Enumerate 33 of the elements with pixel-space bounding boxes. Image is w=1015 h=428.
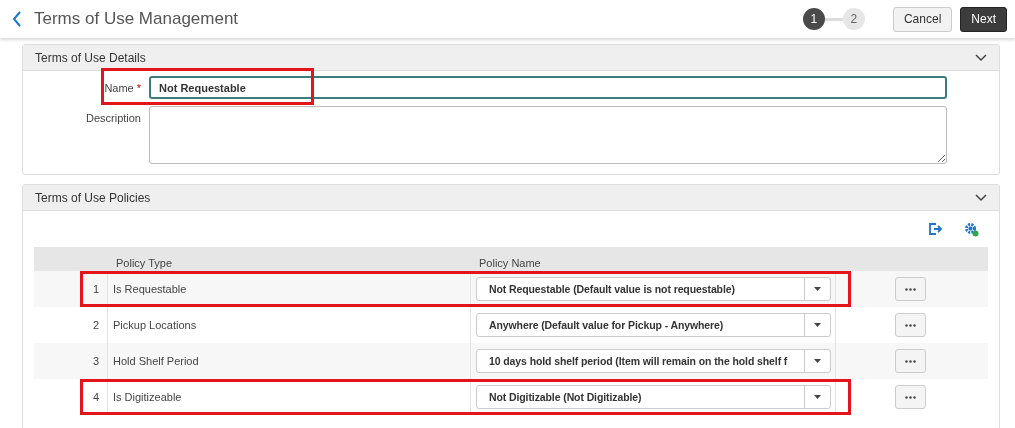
required-mark: * — [136, 82, 141, 94]
caret-icon — [814, 323, 821, 327]
ellipsis-icon — [905, 395, 916, 399]
back-icon[interactable] — [12, 11, 22, 27]
caret-icon — [814, 359, 821, 363]
column-header: Policy Name — [471, 247, 836, 271]
caret-icon — [814, 395, 821, 399]
ellipsis-icon — [905, 323, 916, 327]
policy-select[interactable]: 10 days hold shelf period (Item will remain on the hold shelf f — [476, 349, 831, 373]
step-indicator: 1 — [802, 8, 825, 30]
row-number: 3 — [34, 343, 108, 379]
step-indicator: 2 — [842, 8, 865, 30]
name-field[interactable]: Not Requestable — [149, 76, 947, 99]
column-header: Policy Type — [108, 247, 471, 271]
ellipsis-icon — [905, 359, 916, 363]
section-title: Terms of Use Policies — [35, 190, 152, 205]
chevron-down-icon[interactable] — [975, 193, 987, 202]
policy-select[interactable]: Anywhere (Default value for Pickup - Anywhere) — [476, 313, 831, 337]
settings-icon[interactable] — [964, 221, 979, 237]
next-button[interactable]: Next — [960, 6, 1007, 32]
name-label: Name — [104, 82, 134, 94]
cancel-button[interactable]: Cancel — [892, 6, 953, 32]
chevron-down-icon[interactable] — [975, 53, 987, 62]
section-title: Terms of Use Details — [35, 50, 147, 65]
policy-select[interactable]: Not Digitizable (Not Digitizable) — [476, 385, 831, 409]
ellipsis-icon — [905, 287, 916, 291]
export-icon[interactable] — [928, 222, 942, 236]
policy-type-cell: Hold Shelf Period — [108, 343, 471, 379]
page-title: Terms of Use Management — [34, 9, 240, 29]
policy-select[interactable]: Not Requestable (Default value is not requestable) — [476, 277, 831, 301]
caret-icon — [814, 287, 821, 291]
description-field[interactable] — [149, 106, 947, 164]
description-label: Description — [85, 112, 141, 124]
